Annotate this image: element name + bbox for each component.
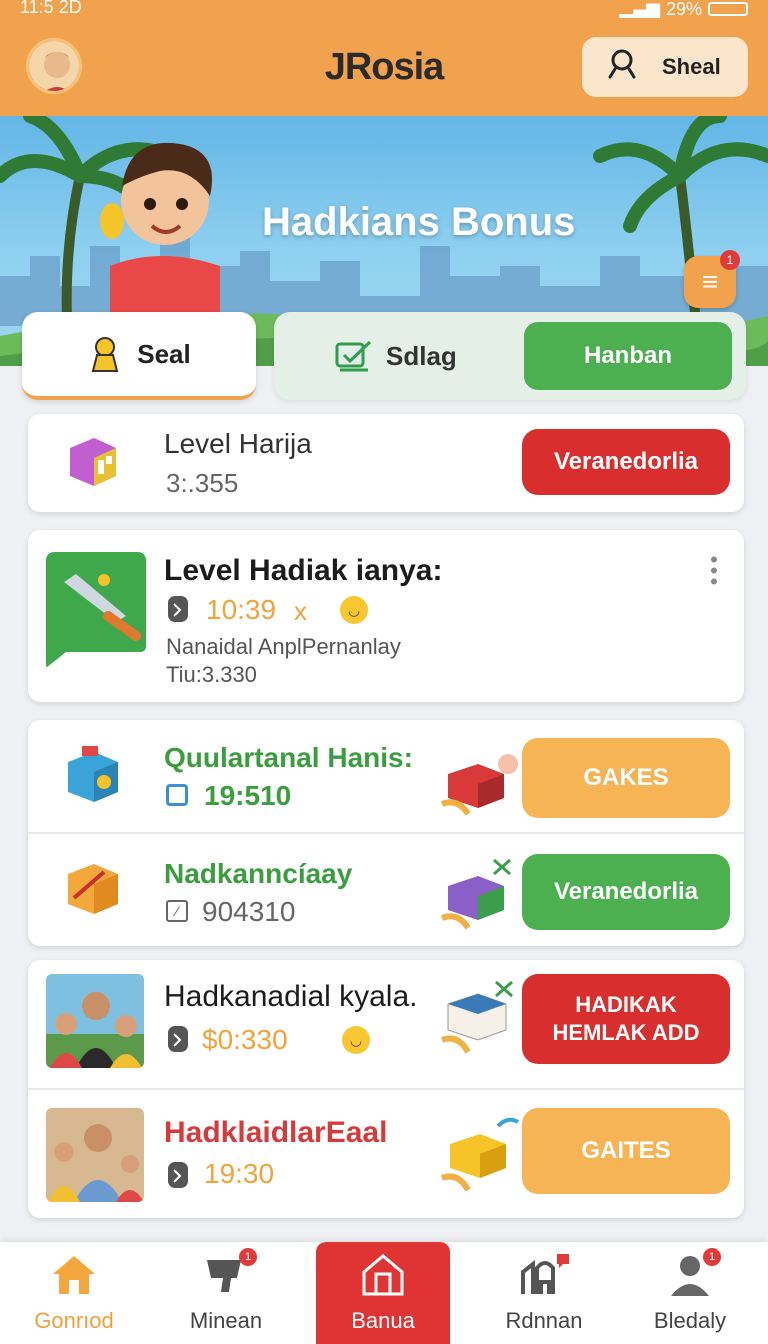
checklist-icon xyxy=(335,340,372,372)
item-time: 19:510 xyxy=(204,780,292,811)
tab-group: Sdlag Hanban xyxy=(274,312,746,400)
community-icon xyxy=(521,1254,569,1294)
search-button[interactable]: Sheal xyxy=(582,37,748,97)
hadikak-line1: HADIKAK xyxy=(575,992,677,1017)
item-time: 19:30 xyxy=(204,1158,275,1189)
smiley-icon: ◡ xyxy=(342,1026,370,1054)
item-desc-2: Tiu:3.330 xyxy=(166,662,257,687)
item-time-suffix: x xyxy=(294,596,307,626)
item-title: HadklaidlarEaal xyxy=(164,1116,388,1149)
nav-rdnnan[interactable]: Rdnnan xyxy=(494,1242,594,1344)
building-icon xyxy=(362,1254,404,1296)
chat-icon: ≡ xyxy=(701,266,719,297)
banner-title: Hadkians Bonus xyxy=(262,200,576,244)
tab-sdlag-label: Sdlag xyxy=(386,340,457,371)
item-time: $0:330 xyxy=(202,1024,288,1055)
tab-seal-label: Seal xyxy=(137,338,191,369)
chat-button[interactable]: ≡ 1 xyxy=(684,250,740,308)
search-icon xyxy=(606,47,638,87)
item-value: 3:.355 xyxy=(166,468,239,498)
status-bar: 11:5 2D ▂▄▆ 29% xyxy=(0,0,768,18)
timer-icon xyxy=(168,1026,188,1052)
nav-banua-label: Banua xyxy=(351,1308,415,1333)
nav-bledaly-label: Bledaly xyxy=(653,1308,727,1333)
nav-minean-badge: 1 xyxy=(239,1248,257,1266)
item-desc: Nanaidal AnplPernanlay xyxy=(166,634,401,659)
family-photo xyxy=(46,1108,144,1202)
nav-rdnnan-label: Rdnnan xyxy=(505,1308,583,1333)
app-header: JRosia Sheal xyxy=(0,18,768,116)
item-title: Quulartanal Hanis: xyxy=(164,742,413,773)
list-item-nadkanncia[interactable]: Nadkanncíaay ⁄ 904310 Veranedorlia xyxy=(28,834,744,946)
cube-icon xyxy=(70,438,116,486)
nav-bledaly-badge: 1 xyxy=(703,1248,721,1266)
list-item-hadklaidlar[interactable]: HadklaidlarEaal 19:30 GAITES xyxy=(28,1090,744,1218)
list-item-hadkanadial[interactable]: Hadkanadial kyala. $0:330 ◡ HADIKAK HEML… xyxy=(28,960,744,1086)
calendar-icon xyxy=(166,784,188,806)
gift-box-icon xyxy=(440,858,511,930)
item-time: 10:39 xyxy=(206,594,277,625)
nav-minean-label: Minean xyxy=(189,1308,263,1333)
list-group-a: Quulartanal Hanis: 19:510 GAKES Nadkannc… xyxy=(28,720,744,946)
hadikak-button[interactable]: HADIKAK HEMLAK ADD xyxy=(522,974,730,1064)
item-time: 904310 xyxy=(202,896,296,927)
box-icon xyxy=(68,746,118,802)
tab-seal[interactable]: Seal xyxy=(22,312,256,400)
nav-minean[interactable]: 1 Minean xyxy=(176,1242,276,1344)
tab-sdlag[interactable]: Sdlag xyxy=(334,312,457,400)
status-time: 11:5 2D xyxy=(20,0,82,17)
veranedorlia-button[interactable]: Veranedorlia xyxy=(522,854,730,930)
item-title: Nadkanncíaay xyxy=(164,858,353,889)
tool-icon xyxy=(46,552,146,668)
smiley-icon: ◡ xyxy=(340,596,368,624)
family-photo xyxy=(46,974,144,1068)
list-item-quulartanal[interactable]: Quulartanal Hanis: 19:510 GAKES xyxy=(28,720,744,832)
list-item-level-harija[interactable]: Level Harija 3:.355 Veranedorlia xyxy=(28,414,744,512)
list-item-level-hadiak[interactable]: Level Hadiak ianya: 10:39 x ◡ Nanaidal A… xyxy=(28,530,744,702)
gift-box-icon xyxy=(440,754,518,816)
nav-home[interactable]: Gonrıod xyxy=(22,1242,126,1344)
timer-icon xyxy=(168,596,188,622)
signal-icon: ▂▄▆ xyxy=(619,0,660,18)
gift-box-icon xyxy=(440,1117,520,1192)
item-title: Level Harija xyxy=(164,428,312,459)
more-options-icon[interactable]: • • • xyxy=(710,549,718,593)
bottom-nav: Gonrıod 1 Minean Banua Rdnnan 1 Bledaly xyxy=(0,1242,768,1344)
battery-icon xyxy=(708,2,748,16)
item-title: Level Hadiak ianya: xyxy=(164,554,443,587)
tab-bar: Seal Sdlag Hanban xyxy=(22,312,746,400)
timer-icon xyxy=(168,1162,188,1188)
gakes-button[interactable]: GAKES xyxy=(522,738,730,818)
item-title: Hadkanadial kyala. xyxy=(164,980,418,1013)
nav-bledaly[interactable]: 1 Bledaly xyxy=(640,1242,740,1344)
search-label: Sheal xyxy=(662,54,721,79)
nav-home-label: Gonrıod xyxy=(34,1308,114,1333)
tab-hanban[interactable]: Hanban xyxy=(524,322,732,390)
character-icon xyxy=(91,337,119,372)
edit-icon: ⁄ xyxy=(166,900,188,922)
kid-character xyxy=(100,142,220,326)
list-group-b: Hadkanadial kyala. $0:330 ◡ HADIKAK HEML… xyxy=(28,960,744,1218)
gift-box-icon xyxy=(440,980,513,1054)
home-icon xyxy=(53,1256,95,1294)
gaites-button[interactable]: GAITES xyxy=(522,1108,730,1194)
veranedorlia-button[interactable]: Veranedorlia xyxy=(522,429,730,495)
nav-banua[interactable]: Banua xyxy=(316,1242,450,1344)
package-icon xyxy=(68,864,118,914)
battery-percent: 29% xyxy=(665,0,702,18)
hadikak-line2: HEMLAK ADD xyxy=(552,1020,700,1045)
chat-badge-count: 1 xyxy=(720,250,740,270)
